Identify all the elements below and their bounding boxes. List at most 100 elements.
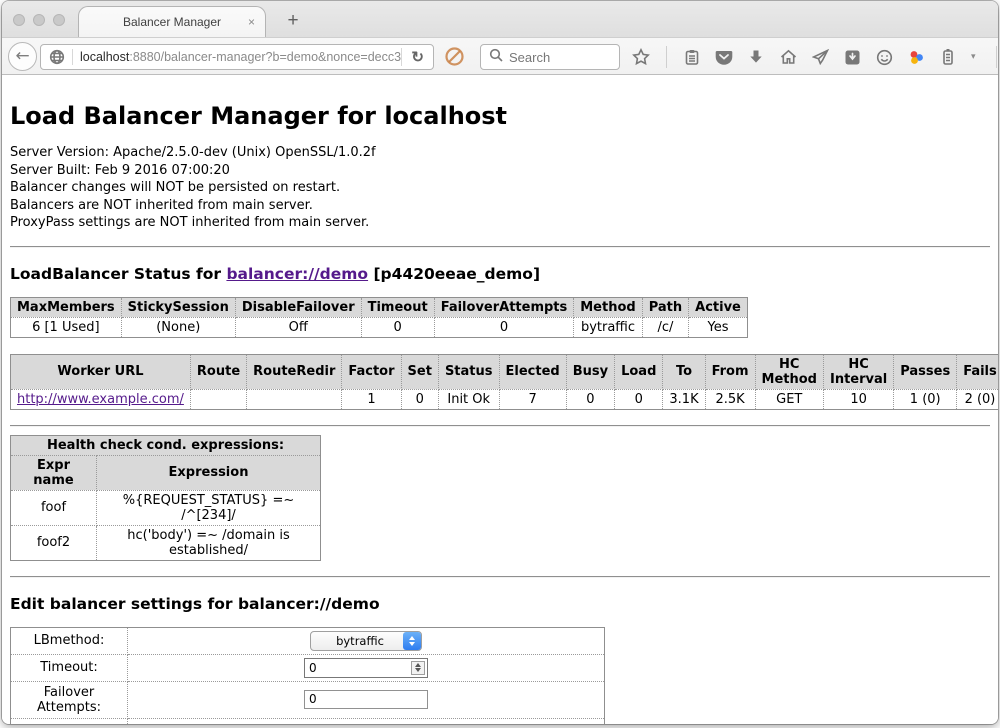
failover-attempts-row: Failover Attempts: 0 [11, 681, 605, 718]
divider [10, 576, 990, 578]
search-icon [489, 48, 503, 67]
lbmethod-label: LBmethod: [11, 627, 128, 654]
cell-disablefailover: Off [235, 317, 361, 337]
balancer-status-table: MaxMembers StickySession DisableFailover… [10, 297, 748, 338]
worker-status-table: Worker URL Route RouteRedir Factor Set S… [10, 354, 998, 410]
worker-url-link[interactable]: http://www.example.com/ [17, 392, 184, 407]
col-routeredir: RouteRedir [247, 354, 342, 389]
minimize-window-icon[interactable] [33, 14, 45, 26]
health-row-foof: foof %{REQUEST_STATUS} =~ /^[234]/ [11, 490, 321, 525]
download-icon[interactable] [747, 48, 765, 66]
reload-icon[interactable]: ↻ [401, 48, 433, 66]
status-heading-suffix: [p4420eeae_demo] [368, 265, 540, 283]
col-maxmembers: MaxMembers [11, 297, 122, 317]
home-icon[interactable] [779, 48, 797, 66]
tab-close-icon[interactable]: × [248, 15, 255, 29]
edit-balancer-heading: Edit balancer settings for balancer://de… [10, 595, 990, 613]
url-host: localhost [80, 50, 129, 64]
zoom-window-icon[interactable] [53, 14, 65, 26]
search-placeholder: Search [509, 50, 550, 65]
proxypass-note-line: ProxyPass settings are NOT inherited fro… [10, 214, 990, 232]
health-table-title: Health check cond. expressions: [11, 435, 321, 455]
cell-factor: 1 [342, 389, 401, 409]
window-controls[interactable] [13, 14, 65, 26]
server-built-line: Server Built: Feb 9 2016 07:00:20 [10, 162, 990, 180]
cell-to: 3.1K [663, 389, 705, 409]
select-stepper-icon [403, 632, 421, 650]
failover-on-radio[interactable] [371, 724, 384, 725]
extension-dots-icon[interactable] [907, 48, 925, 66]
box-download-icon[interactable] [843, 48, 861, 66]
overflow-caret-icon[interactable]: ▾ [971, 52, 976, 62]
loadbalancer-status-heading: LoadBalancer Status for balancer://demo … [10, 265, 990, 283]
status-heading-prefix: LoadBalancer Status for [10, 265, 226, 283]
cell-hc-interval: 10 [823, 389, 893, 409]
number-spinner-icon[interactable] [411, 661, 425, 675]
new-tab-button[interactable]: + [280, 9, 306, 33]
navigation-toolbar: ← localhost:8880/balancer-manager?b=demo… [2, 37, 998, 75]
timeout-input[interactable]: 0 [304, 658, 428, 678]
failover-attempts-input[interactable]: 0 [304, 690, 428, 709]
failover-attempts-label: Failover Attempts: [11, 681, 128, 718]
health-row-foof2: foof2 hc('body') =~ /domain is establish… [11, 525, 321, 560]
lbmethod-row: LBmethod: bytraffic [11, 627, 605, 654]
edit-balancer-form: LBmethod: bytraffic Timeout: 0 [10, 627, 605, 725]
feedback-smiley-icon[interactable] [875, 48, 893, 66]
cell-timeout: 0 [361, 317, 434, 337]
cell-expr-name: foof [11, 490, 97, 525]
tab-bar: Balancer Manager × + [2, 1, 998, 37]
balancer-demo-link[interactable]: balancer://demo [226, 265, 368, 283]
col-expr-name: Expr name [11, 455, 97, 490]
col-worker-url: Worker URL [11, 354, 191, 389]
timeout-label: Timeout: [11, 654, 128, 681]
cell-busy: 0 [566, 389, 614, 409]
cell-path: /c/ [642, 317, 688, 337]
close-window-icon[interactable] [13, 14, 25, 26]
table-header-row: Worker URL Route RouteRedir Factor Set S… [11, 354, 999, 389]
bookmark-star-icon[interactable] [632, 48, 650, 66]
url-path: :8880/balancer-manager?b=demo&nonce=decc… [129, 50, 401, 64]
col-load: Load [615, 354, 663, 389]
on-label: On [348, 724, 366, 725]
table-row: http://www.example.com/ 1 0 Init Ok 7 0 … [11, 389, 999, 409]
server-version-line: Server Version: Apache/2.5.0-dev (Unix) … [10, 144, 990, 162]
tab-title: Balancer Manager [123, 15, 221, 29]
back-button[interactable]: ← [8, 42, 37, 71]
col-from: From [705, 354, 755, 389]
url-bar[interactable]: localhost:8880/balancer-manager?b=demo&n… [40, 44, 434, 70]
cell-fails: 2 (0) [957, 389, 998, 409]
col-hc-interval: HC Interval [823, 354, 893, 389]
divider [10, 425, 990, 427]
cell-route [190, 389, 246, 409]
col-fails: Fails [957, 354, 998, 389]
cell-passes: 1 (0) [894, 389, 957, 409]
browser-window: Balancer Manager × + ← localhost:8880/ba… [2, 1, 998, 724]
send-icon[interactable] [811, 48, 829, 66]
url-text[interactable]: localhost:8880/balancer-manager?b=demo&n… [73, 50, 401, 64]
battery-icon[interactable] [939, 48, 957, 66]
health-header-row: Expr name Expression [11, 455, 321, 490]
block-icon[interactable] [445, 47, 464, 70]
pocket-icon[interactable] [715, 48, 733, 66]
table-row: 6 [1 Used] (None) Off 0 0 bytraffic /c/ … [11, 317, 748, 337]
search-bar[interactable]: Search [480, 44, 620, 70]
col-expression: Expression [97, 455, 321, 490]
divider [10, 246, 990, 248]
cell-load: 0 [615, 389, 663, 409]
globe-icon[interactable] [41, 49, 73, 65]
col-path: Path [642, 297, 688, 317]
tab-balancer-manager[interactable]: Balancer Manager × [78, 6, 266, 37]
timeout-value: 0 [305, 659, 409, 677]
server-info: Server Version: Apache/2.5.0-dev (Unix) … [10, 144, 990, 232]
table-header-row: MaxMembers StickySession DisableFailover… [11, 297, 748, 317]
col-method: Method [574, 297, 642, 317]
clipboard-icon[interactable] [683, 48, 701, 66]
col-passes: Passes [894, 354, 957, 389]
lbmethod-select[interactable]: bytraffic [310, 631, 422, 651]
cell-expression: %{REQUEST_STATUS} =~ /^[234]/ [97, 490, 321, 525]
inherit-note-line: Balancers are NOT inherited from main se… [10, 197, 990, 215]
col-timeout: Timeout [361, 297, 434, 317]
disable-failover-row: Disable Failover: On Off [11, 718, 605, 724]
col-elected: Elected [499, 354, 566, 389]
col-status: Status [438, 354, 499, 389]
